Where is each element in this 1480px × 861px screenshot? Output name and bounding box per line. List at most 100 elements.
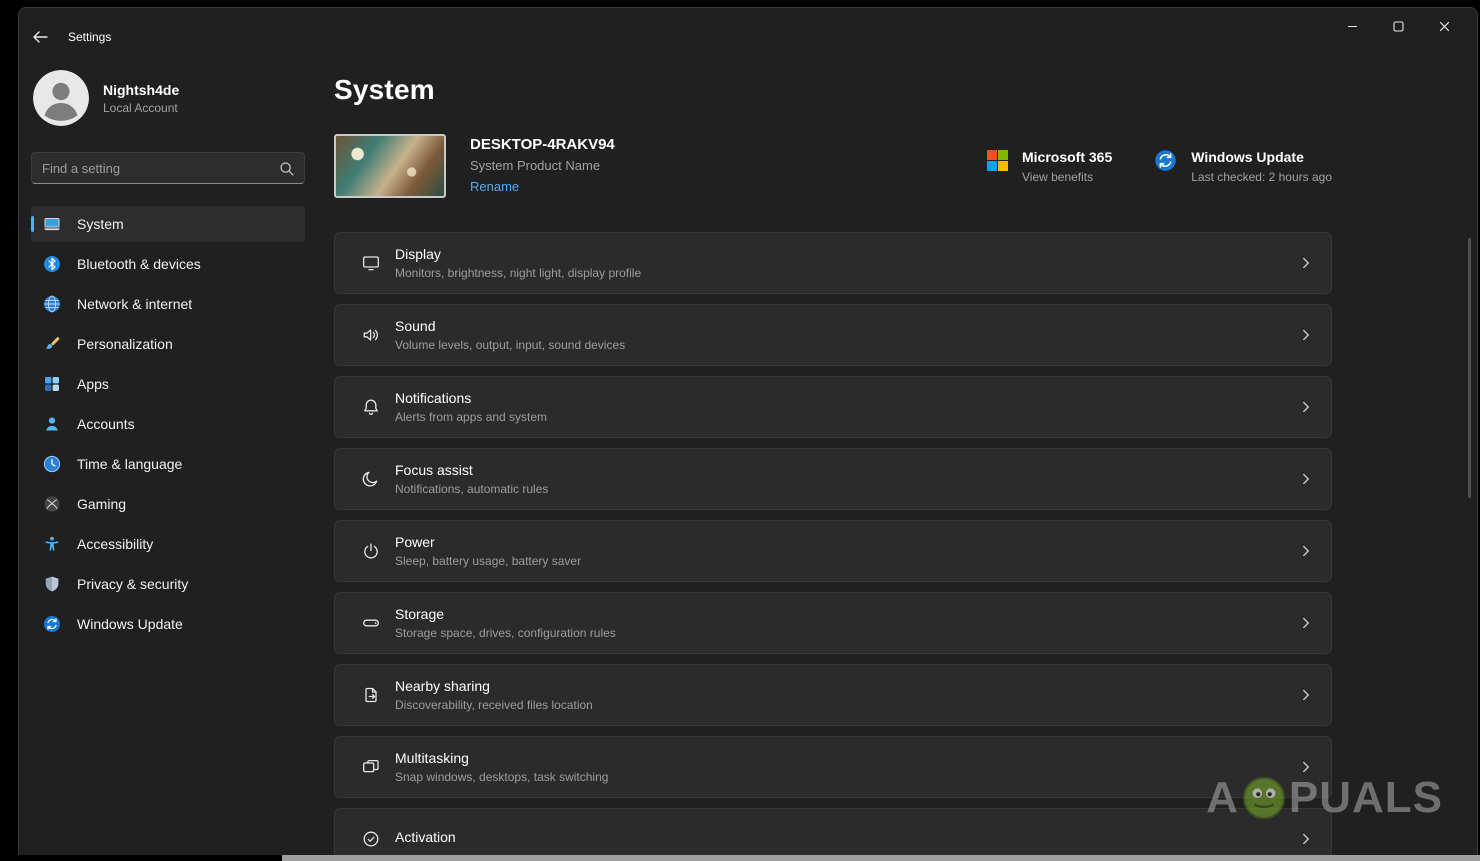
device-info: DESKTOP-4RAKV94 System Product Name Rena… [470,136,987,196]
sidebar-item-system[interactable]: System [31,206,305,242]
display-icon [347,253,395,273]
row-title: Sound [395,318,1297,334]
windows-update-card[interactable]: Windows Update Last checked: 2 hours ago [1154,148,1332,184]
sidebar-item-gaming[interactable]: Gaming [31,486,305,522]
window-body: Nightsh4de Local Account System [19,56,1477,855]
scrollbar[interactable] [1468,238,1471,498]
gaming-icon [43,495,61,513]
row-subtitle: Volume levels, output, input, sound devi… [395,338,1297,352]
notifications-icon [347,397,395,417]
chevron-right-icon [1297,830,1315,848]
row-power[interactable]: Power Sleep, battery usage, battery save… [334,520,1332,582]
row-text: Nearby sharing Discoverability, received… [395,678,1297,712]
row-subtitle: Monitors, brightness, night light, displ… [395,266,1297,280]
sidebar-item-label: Personalization [77,336,173,352]
back-button[interactable] [25,23,55,51]
sidebar-item-label: Accounts [77,416,135,432]
row-title: Notifications [395,390,1297,406]
time-language-icon [43,455,61,473]
nearby-sharing-icon [347,685,395,705]
window-controls [1329,8,1467,44]
user-text: Nightsh4de Local Account [103,82,179,115]
sidebar-item-label: Network & internet [77,296,192,312]
personalization-icon [43,335,61,353]
sidebar-item-label: Gaming [77,496,126,512]
row-subtitle: Sleep, battery usage, battery saver [395,554,1297,568]
sidebar-item-personalization[interactable]: Personalization [31,326,305,362]
system-icon [43,215,61,233]
sidebar-item-time-language[interactable]: Time & language [31,446,305,482]
device-name: DESKTOP-4RAKV94 [470,136,987,153]
chevron-right-icon [1297,326,1315,344]
row-text: Notifications Alerts from apps and syste… [395,390,1297,424]
row-display[interactable]: Display Monitors, brightness, night ligh… [334,232,1332,294]
row-title: Display [395,246,1297,262]
sidebar-item-network-internet[interactable]: Network & internet [31,286,305,322]
device-thumbnail [334,134,446,198]
sidebar-item-privacy-security[interactable]: Privacy & security [31,566,305,602]
row-title: Focus assist [395,462,1297,478]
rename-link[interactable]: Rename [470,179,519,194]
sidebar-item-label: Privacy & security [77,576,188,592]
storage-icon [347,613,395,633]
titlebar: Settings [19,8,1477,56]
chevron-right-icon [1297,254,1315,272]
search-input[interactable] [42,161,279,176]
chevron-right-icon [1297,686,1315,704]
microsoft-365-card[interactable]: Microsoft 365 View benefits [987,148,1112,184]
close-button[interactable] [1421,8,1467,44]
row-title: Power [395,534,1297,550]
back-arrow-icon [32,29,48,45]
search-box [31,152,305,184]
focus-assist-icon [347,469,395,489]
sound-icon [347,325,395,345]
row-subtitle: Notifications, automatic rules [395,482,1297,496]
sidebar-item-windows-update[interactable]: Windows Update [31,606,305,642]
sidebar-item-label: Accessibility [77,536,153,552]
sidebar-item-bluetooth-devices[interactable]: Bluetooth & devices [31,246,305,282]
row-text: Storage Storage space, drives, configura… [395,606,1297,640]
user-account-card[interactable]: Nightsh4de Local Account [33,70,305,126]
sidebar-item-accounts[interactable]: Accounts [31,406,305,442]
row-nearby-sharing[interactable]: Nearby sharing Discoverability, received… [334,664,1332,726]
device-header: DESKTOP-4RAKV94 System Product Name Rena… [334,134,1332,198]
sidebar-item-label: System [77,216,124,232]
sidebar-nav: System Bluetooth & devices Network & int… [31,206,305,642]
header-cards: Microsoft 365 View benefits Windows Upda… [987,148,1332,184]
row-multitasking[interactable]: Multitasking Snap windows, desktops, tas… [334,736,1332,798]
minimize-button[interactable] [1329,8,1375,44]
row-storage[interactable]: Storage Storage space, drives, configura… [334,592,1332,654]
windows-update-icon [43,615,61,633]
page-title: System [334,74,1332,106]
windows-update-title: Windows Update [1191,148,1332,166]
person-icon [33,70,89,126]
sidebar-item-apps[interactable]: Apps [31,366,305,402]
microsoft-365-text: Microsoft 365 View benefits [1022,148,1112,184]
windows-update-icon [1154,149,1177,172]
row-focus-assist[interactable]: Focus assist Notifications, automatic ru… [334,448,1332,510]
sidebar-item-label: Windows Update [77,616,183,632]
microsoft-logo-icon [987,150,1008,171]
close-icon [1439,21,1450,32]
row-title: Nearby sharing [395,678,1297,694]
maximize-button[interactable] [1375,8,1421,44]
sidebar-item-accessibility[interactable]: Accessibility [31,526,305,562]
apps-icon [43,375,61,393]
bottom-edge [282,855,1480,861]
sidebar: Nightsh4de Local Account System [19,56,315,855]
appuals-mascot-icon [1242,776,1286,820]
sidebar-item-label: Bluetooth & devices [77,256,201,272]
row-text: Multitasking Snap windows, desktops, tas… [395,750,1297,784]
row-activation[interactable]: Activation [334,808,1332,855]
chevron-right-icon [1297,542,1315,560]
search-icon [279,161,294,176]
watermark-prefix: A [1206,774,1239,822]
windows-update-subtitle: Last checked: 2 hours ago [1191,170,1332,184]
watermark-suffix: PUALS [1289,774,1443,822]
watermark: A PUALS [1206,774,1443,822]
row-notifications[interactable]: Notifications Alerts from apps and syste… [334,376,1332,438]
row-sound[interactable]: Sound Volume levels, output, input, soun… [334,304,1332,366]
chevron-right-icon [1297,398,1315,416]
microsoft-365-title: Microsoft 365 [1022,148,1112,166]
main-content: System DESKTOP-4RAKV94 System Product Na… [315,56,1477,855]
